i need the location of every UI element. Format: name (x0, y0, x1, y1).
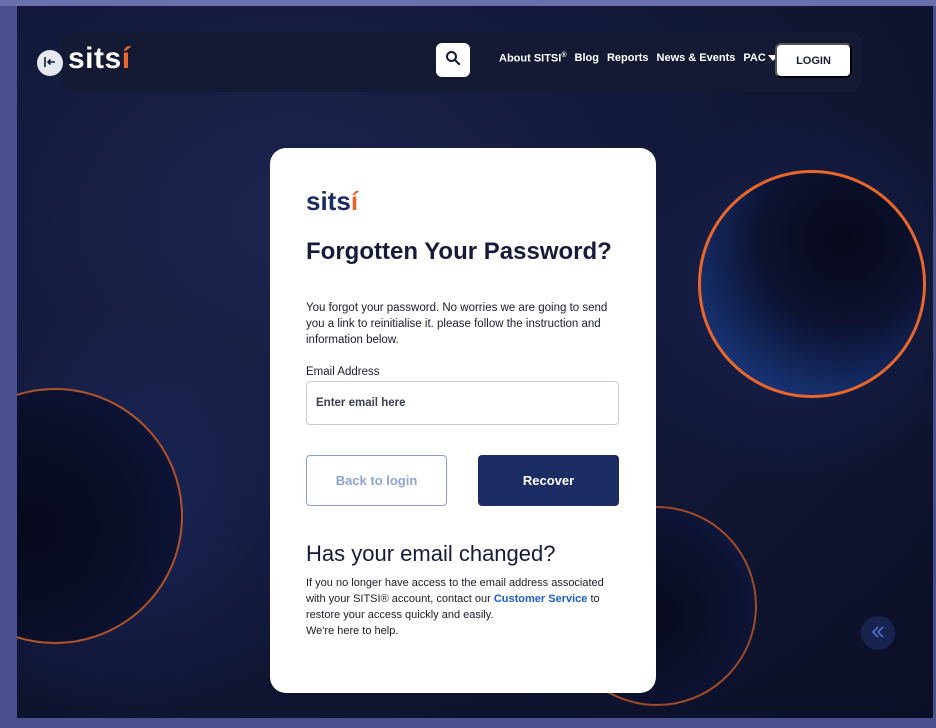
logout-button[interactable] (37, 50, 63, 76)
search-button[interactable] (436, 43, 470, 77)
email-label: Email Address (306, 366, 380, 378)
search-icon (445, 50, 461, 71)
email-input[interactable] (306, 381, 619, 425)
page-background: sitsí About SITSI® Blog Reports News & E… (17, 6, 933, 718)
page-title: Forgotten Your Password? (306, 238, 612, 265)
email-changed-heading: Has your email changed? (306, 541, 556, 566)
recover-button[interactable]: Recover (478, 455, 619, 506)
description-text: You forgot your password. No worries we … (306, 302, 608, 346)
login-button[interactable]: LOGIN (775, 43, 852, 78)
nav-links: About SITSI® Blog Reports News & Events … (499, 52, 778, 65)
customer-service-link[interactable]: Customer Service (494, 593, 588, 605)
back-to-login-button[interactable]: Back to login (306, 455, 447, 506)
nav-link-about[interactable]: About SITSI® (499, 52, 567, 65)
decorative-circle-right (698, 170, 926, 398)
double-chevron-left-icon (870, 623, 886, 644)
logout-icon (43, 55, 57, 72)
collapse-button[interactable] (861, 616, 895, 650)
nav-link-blog[interactable]: Blog (575, 52, 599, 65)
forgot-password-card: sitsí Forgotten Your Password? You forgo… (270, 148, 656, 693)
card-logo: sitsí (306, 186, 359, 216)
nav-logo[interactable]: sitsí (68, 42, 131, 76)
nav-link-pac[interactable]: PAC (743, 52, 778, 65)
nav-link-reports[interactable]: Reports (607, 52, 649, 65)
email-changed-text: If you no longer have access to the emai… (306, 577, 604, 637)
nav-link-news-events[interactable]: News & Events (657, 52, 736, 65)
